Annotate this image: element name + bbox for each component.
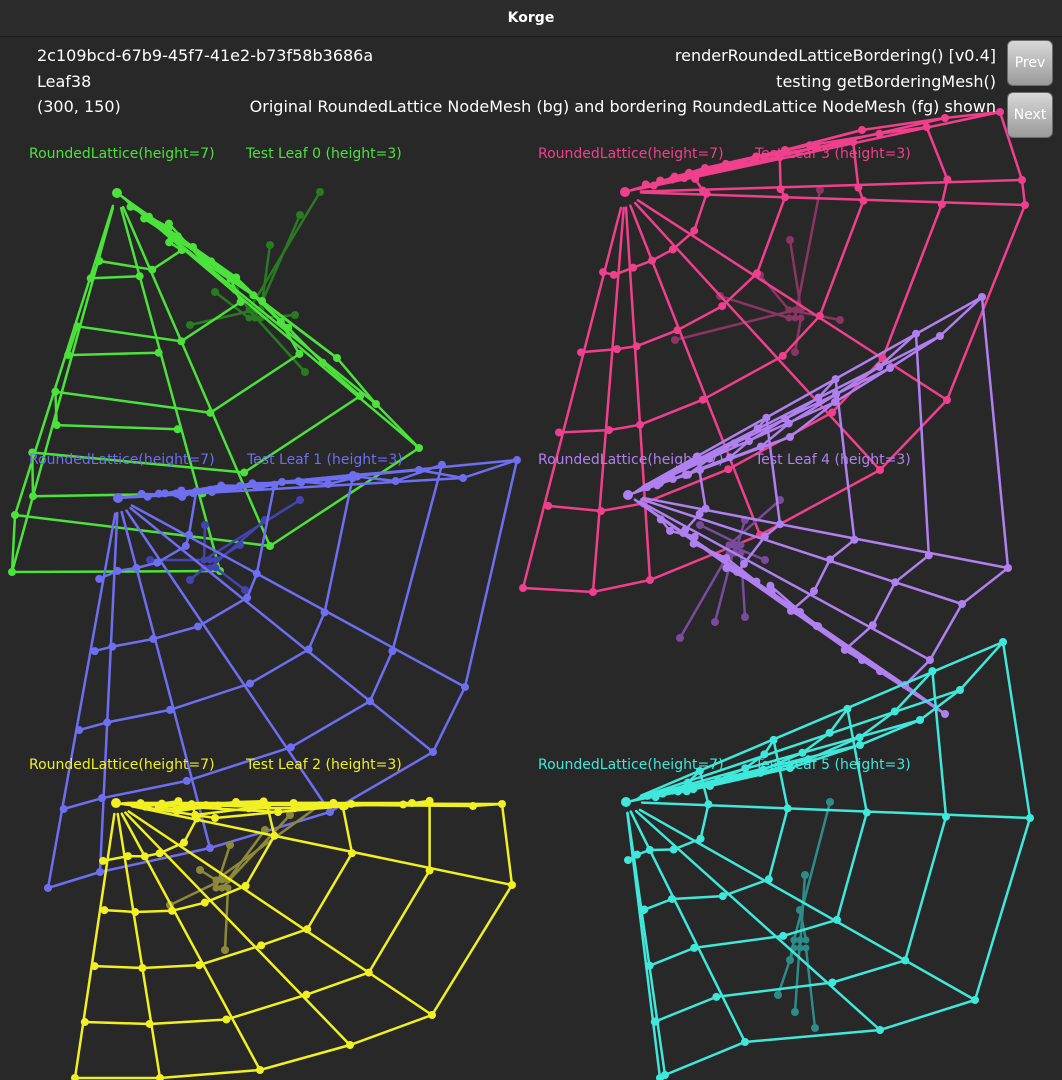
panel-5-lattice-label: RoundedLattice(height=7) <box>538 757 724 773</box>
lattice-mesh-1 <box>44 456 521 892</box>
lattice-mesh-0 <box>8 188 423 576</box>
lattice-mesh-4 <box>623 293 1012 718</box>
panel-4-leaf-label: Test Leaf 4 (height=3) <box>755 452 911 468</box>
testing-text: testing getBorderingMesh() <box>776 72 996 91</box>
uuid-text: 2c109bcd-67b9-45f7-41e2-b73f58b3686a <box>37 46 374 65</box>
panel-5-leaf-label: Test Leaf 5 (height=3) <box>755 757 911 773</box>
leaf-name-text: Leaf38 <box>37 72 92 91</box>
leaf-mesh-1 <box>146 496 304 594</box>
next-button[interactable]: Next <box>1007 92 1053 138</box>
panel-1-leaf-label: Test Leaf 1 (height=3) <box>247 452 403 468</box>
leaf-mesh-0 <box>186 188 324 376</box>
panel-0-leaf-label: Test Leaf 0 (height=3) <box>246 146 402 162</box>
description-text: Original RoundedLattice NodeMesh (bg) an… <box>249 97 996 116</box>
panel-1-lattice-label: RoundedLattice(height=7) <box>29 452 215 468</box>
panel-3-leaf-label: Test Leaf 3 (height=3) <box>755 146 911 162</box>
panel-3-lattice-label: RoundedLattice(height=7) <box>538 146 724 162</box>
lattice-mesh-2 <box>71 796 516 1080</box>
lattice-mesh-5 <box>621 638 1034 1080</box>
panel-4-lattice-label: RoundedLattice(height=7) <box>538 452 724 468</box>
coords-text: (300, 150) <box>37 97 121 116</box>
panel-2-leaf-label: Test Leaf 2 (height=3) <box>246 757 402 773</box>
panel-0-lattice-label: RoundedLattice(height=7) <box>29 146 215 162</box>
mesh-canvas <box>8 108 1034 1080</box>
panel-2-lattice-label: RoundedLattice(height=7) <box>29 757 215 773</box>
prev-button[interactable]: Prev <box>1007 40 1053 86</box>
function-text: renderRoundedLatticeBordering() [v0.4] <box>674 46 996 65</box>
